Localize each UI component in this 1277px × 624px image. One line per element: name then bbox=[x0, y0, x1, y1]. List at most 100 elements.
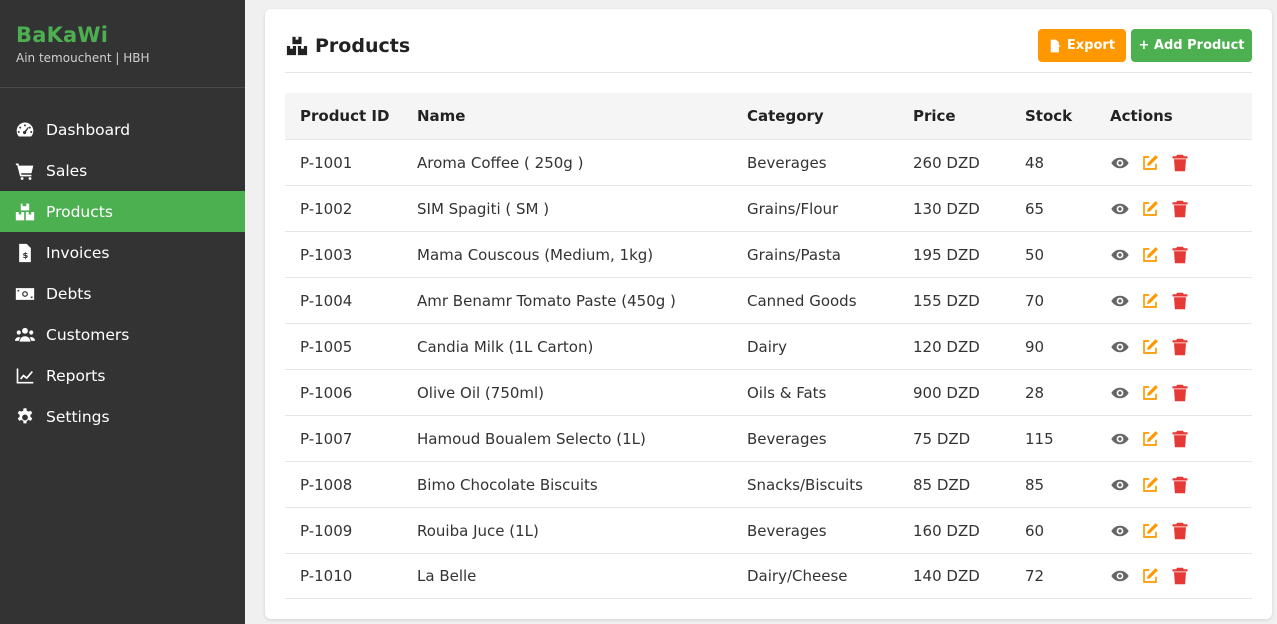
sidebar-item-reports[interactable]: Reports bbox=[0, 355, 245, 396]
edit-button[interactable] bbox=[1140, 566, 1160, 586]
sidebar-item-label: Debts bbox=[46, 284, 92, 303]
price-cell: 195 DZD bbox=[913, 245, 980, 264]
stock-cell: 72 bbox=[1025, 567, 1045, 585]
edit-button[interactable] bbox=[1140, 337, 1160, 357]
export-button-label: Export bbox=[1066, 38, 1116, 53]
category-cell: Canned Goods bbox=[747, 291, 857, 310]
export-button[interactable]: Export bbox=[1038, 29, 1126, 62]
stock-cell: 90 bbox=[1025, 337, 1045, 356]
sidebar-item-label: Dashboard bbox=[46, 120, 131, 139]
delete-button[interactable] bbox=[1170, 383, 1190, 403]
edit-icon bbox=[1141, 384, 1159, 402]
eye-icon bbox=[1111, 567, 1129, 585]
trash-icon bbox=[1171, 246, 1189, 264]
stock-cell: 65 bbox=[1025, 199, 1045, 218]
view-button[interactable] bbox=[1110, 153, 1130, 173]
add-product-button[interactable]: + Add Product bbox=[1131, 29, 1252, 62]
edit-button[interactable] bbox=[1140, 153, 1160, 173]
product-id-cell: P-1003 bbox=[300, 245, 353, 264]
delete-button[interactable] bbox=[1170, 153, 1190, 173]
file-export-icon bbox=[1050, 39, 1062, 52]
sidebar-item-label: Products bbox=[46, 202, 113, 221]
product-id-cell: P-1007 bbox=[300, 429, 353, 448]
eye-icon bbox=[1111, 292, 1129, 310]
price-cell: 260 DZD bbox=[913, 153, 980, 172]
category-cell: Dairy bbox=[747, 337, 787, 356]
sidebar-item-invoices[interactable]: $ Invoices bbox=[0, 232, 245, 273]
product-name-cell: Bimo Chocolate Biscuits bbox=[417, 475, 598, 494]
price-cell: 155 DZD bbox=[913, 291, 980, 310]
category-cell: Beverages bbox=[747, 153, 827, 172]
eye-icon bbox=[1111, 522, 1129, 540]
sidebar-item-settings[interactable]: Settings bbox=[0, 396, 245, 437]
table-row: P-1005 Candia Milk (1L Carton) Dairy 120 DZ… bbox=[285, 323, 1252, 369]
price-cell: 130 DZD bbox=[913, 199, 980, 218]
edit-button[interactable] bbox=[1140, 429, 1160, 449]
product-id-cell: P-1009 bbox=[300, 521, 353, 540]
eye-icon bbox=[1111, 338, 1129, 356]
trash-icon bbox=[1171, 384, 1189, 402]
table-row: P-1009 Rouiba Juce (1L) Beverages 160 DZD 60 bbox=[285, 507, 1252, 553]
column-header-product-id: Product ID bbox=[300, 107, 390, 125]
category-cell: Snacks/Biscuits bbox=[747, 475, 863, 494]
table-row: P-1006 Olive Oil (750ml) Oils & Fats 900 DZ… bbox=[285, 369, 1252, 415]
table-row: P-1003 Mama Couscous (Medium, 1kg) Grains/… bbox=[285, 231, 1252, 277]
sidebar-item-sales[interactable]: Sales bbox=[0, 150, 245, 191]
gear-icon bbox=[14, 406, 36, 428]
edit-button[interactable] bbox=[1140, 199, 1160, 219]
delete-button[interactable] bbox=[1170, 337, 1190, 357]
eye-icon bbox=[1111, 246, 1129, 264]
edit-button[interactable] bbox=[1140, 245, 1160, 265]
view-button[interactable] bbox=[1110, 245, 1130, 265]
product-name-cell: Aroma Coffee ( 250g ) bbox=[417, 153, 584, 172]
sidebar-item-products[interactable]: Products bbox=[0, 191, 245, 232]
edit-icon bbox=[1141, 338, 1159, 356]
table-row: P-1002 SIM Spagiti ( SM ) Grains/Flour 130 … bbox=[285, 185, 1252, 231]
sidebar-item-label: Sales bbox=[46, 161, 88, 180]
sidebar-item-customers[interactable]: Customers bbox=[0, 314, 245, 355]
trash-icon bbox=[1171, 154, 1189, 172]
stock-cell: 50 bbox=[1025, 245, 1045, 264]
view-button[interactable] bbox=[1110, 383, 1130, 403]
stock-cell: 28 bbox=[1025, 383, 1045, 402]
view-button[interactable] bbox=[1110, 291, 1130, 311]
price-cell: 120 DZD bbox=[913, 337, 980, 356]
delete-button[interactable] bbox=[1170, 566, 1190, 586]
edit-button[interactable] bbox=[1140, 475, 1160, 495]
view-button[interactable] bbox=[1110, 429, 1130, 449]
edit-icon bbox=[1141, 476, 1159, 494]
price-cell: 160 DZD bbox=[913, 521, 980, 540]
view-button[interactable] bbox=[1110, 475, 1130, 495]
delete-button[interactable] bbox=[1170, 199, 1190, 219]
sidebar-item-dashboard[interactable]: Dashboard bbox=[0, 109, 245, 150]
brand: BaKaWi Ain temouchent | HBH bbox=[0, 0, 245, 88]
view-button[interactable] bbox=[1110, 566, 1130, 586]
delete-button[interactable] bbox=[1170, 291, 1190, 311]
table-row: P-1010 La Belle Dairy/Cheese 140 DZD 72 bbox=[285, 553, 1252, 599]
table-body: P-1001 Aroma Coffee ( 250g ) Beverages 260 … bbox=[285, 139, 1252, 599]
price-cell: 140 DZD bbox=[913, 567, 980, 585]
view-button[interactable] bbox=[1110, 199, 1130, 219]
delete-button[interactable] bbox=[1170, 245, 1190, 265]
page-title-text: Products bbox=[315, 35, 411, 57]
sidebar-item-debts[interactable]: Debts bbox=[0, 273, 245, 314]
edit-button[interactable] bbox=[1140, 383, 1160, 403]
actions-cell bbox=[1110, 337, 1252, 357]
view-button[interactable] bbox=[1110, 521, 1130, 541]
users-icon bbox=[14, 324, 36, 346]
product-id-cell: P-1002 bbox=[300, 199, 353, 218]
edit-icon bbox=[1141, 246, 1159, 264]
view-button[interactable] bbox=[1110, 337, 1130, 357]
delete-button[interactable] bbox=[1170, 475, 1190, 495]
actions-cell bbox=[1110, 291, 1252, 311]
delete-button[interactable] bbox=[1170, 521, 1190, 541]
edit-button[interactable] bbox=[1140, 291, 1160, 311]
delete-button[interactable] bbox=[1170, 429, 1190, 449]
actions-cell bbox=[1110, 383, 1252, 403]
price-cell: 900 DZD bbox=[913, 383, 980, 402]
product-id-cell: P-1004 bbox=[300, 291, 353, 310]
trash-icon bbox=[1171, 476, 1189, 494]
category-cell: Beverages bbox=[747, 429, 827, 448]
edit-button[interactable] bbox=[1140, 521, 1160, 541]
table-row: P-1007 Hamoud Boualem Selecto (1L) Beverag… bbox=[285, 415, 1252, 461]
